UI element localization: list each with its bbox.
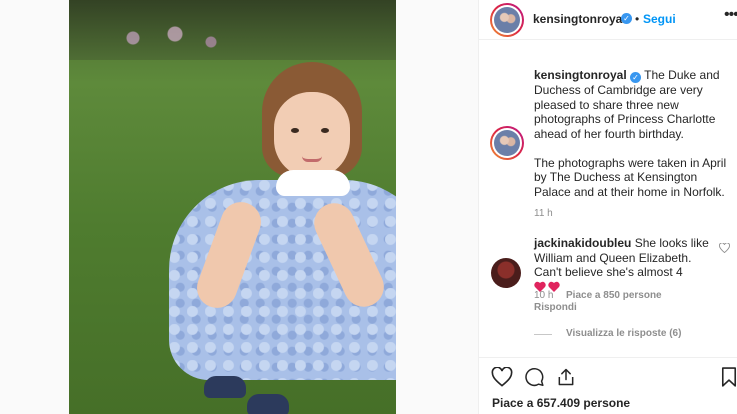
- photo-mouth: [302, 156, 322, 162]
- photo-shoe-right: [247, 394, 289, 414]
- follow-button[interactable]: Segui: [643, 12, 676, 26]
- comment: jackinakidoubleu She looks like William …: [534, 236, 714, 296]
- header-separator: •: [635, 12, 640, 26]
- comment-timestamp[interactable]: 10 h: [534, 290, 553, 301]
- photo-flowers: [109, 18, 229, 58]
- photo-eye-left: [291, 128, 299, 133]
- comment-like-icon[interactable]: [719, 242, 730, 256]
- caption-text-2: The photographs were taken in April by T…: [534, 155, 727, 199]
- share-upload-icon[interactable]: [556, 367, 576, 390]
- photo-eye-right: [321, 128, 329, 133]
- view-replies-button[interactable]: Visualizza le risposte (6): [566, 328, 681, 339]
- commenter-avatar[interactable]: [491, 258, 521, 288]
- author-avatar[interactable]: [490, 3, 524, 37]
- post-likes-count[interactable]: Piace a 657.409 persone: [492, 396, 630, 410]
- author-username[interactable]: kensingtonroyal: [533, 12, 626, 26]
- reply-button[interactable]: Rispondi: [534, 302, 577, 313]
- replies-divider: [534, 334, 552, 335]
- post-caption: kensingtonroyal ✓ The Duke and Duchess o…: [534, 68, 734, 199]
- avatar-image: [494, 130, 520, 156]
- comment-username[interactable]: jackinakidoubleu: [534, 236, 631, 250]
- photo-shoe-left: [204, 376, 246, 398]
- verified-badge-icon: ✓: [621, 13, 632, 24]
- bookmark-icon[interactable]: [721, 367, 737, 390]
- caption-author-avatar[interactable]: [490, 126, 524, 160]
- post-actions-bar: Piace a 657.409 persone: [479, 357, 737, 414]
- post-photo[interactable]: [69, 0, 396, 414]
- more-options-icon[interactable]: •••: [724, 6, 737, 24]
- avatar-image: [494, 7, 520, 33]
- verified-badge-icon: ✓: [630, 72, 642, 83]
- caption-username[interactable]: kensingtonroyal: [534, 68, 627, 82]
- caption-timestamp[interactable]: 11 h: [534, 208, 553, 219]
- post-header: kensingtonroyal ✓ • Segui •••: [479, 0, 737, 40]
- photo-face: [274, 92, 350, 178]
- post-side-panel: kensingtonroyal ✓ • Segui ••• kensington…: [478, 0, 737, 414]
- photo-collar: [276, 170, 350, 196]
- comment-bubble-icon[interactable]: [524, 367, 545, 390]
- heart-outline-icon[interactable]: [491, 366, 513, 390]
- comment-likes[interactable]: Piace a 850 persone: [566, 290, 662, 301]
